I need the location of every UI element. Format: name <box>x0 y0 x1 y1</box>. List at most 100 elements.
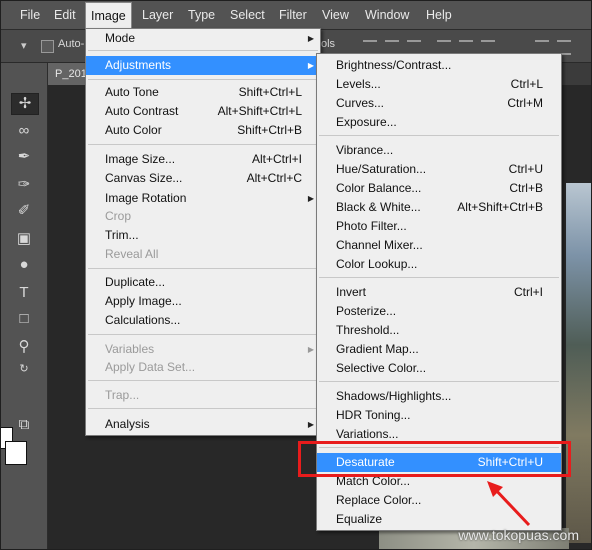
menu-item-photo-filter[interactable]: Photo Filter... <box>317 217 561 236</box>
menu-separator <box>319 277 559 278</box>
menu-item-color-lookup[interactable]: Color Lookup... <box>317 255 561 274</box>
submenu-arrow-icon: ▶ <box>307 34 314 43</box>
photo-image <box>566 183 591 543</box>
menu-separator <box>319 381 559 382</box>
menu-item-label: Canvas Size... <box>105 171 183 185</box>
menu-item-adjustments[interactable]: Adjustments ▶ <box>86 56 320 75</box>
menu-item-calculations[interactable]: Calculations... <box>86 311 320 330</box>
menu-item-crop[interactable]: Crop <box>86 207 320 226</box>
menu-item-brightness-contrast[interactable]: Brightness/Contrast... <box>317 56 561 75</box>
submenu-arrow-icon: ▶ <box>307 61 314 70</box>
brush-tool-icon[interactable]: ✑ <box>11 175 37 195</box>
menu-item-label: Equalize <box>336 512 383 526</box>
shortcut-label: Ctrl+U <box>508 162 543 176</box>
menu-item-apply-data-set[interactable]: Apply Data Set... <box>86 358 320 377</box>
photoshop-window: File Edit Image Layer Type Select Filter… <box>0 0 592 550</box>
menu-item-black-white[interactable]: Black & White... Alt+Shift+Ctrl+B <box>317 198 561 217</box>
menu-separator <box>88 50 318 51</box>
image-menu: Mode ▶ Adjustments ▶ Auto Tone Shift+Ctrl+L… <box>85 28 321 436</box>
menu-item-exposure[interactable]: Exposure... <box>317 113 561 132</box>
gradient-tool-icon[interactable]: ▣ <box>11 229 37 249</box>
history-brush-icon[interactable]: ✐ <box>11 201 37 221</box>
auto-select-label: Auto- <box>58 38 85 50</box>
menu-item-auto-color[interactable]: Auto Color Shift+Ctrl+B <box>86 121 320 140</box>
menu-item-label: Posterize... <box>336 304 397 318</box>
menu-item-canvas-size[interactable]: Canvas Size... Alt+Ctrl+C <box>86 169 320 188</box>
menu-item-label: Analysis <box>105 417 150 431</box>
auto-select-checkbox[interactable] <box>41 40 54 53</box>
menu-item-reveal-all[interactable]: Reveal All <box>86 245 320 264</box>
menu-item-image-size[interactable]: Image Size... Alt+Ctrl+I <box>86 150 320 169</box>
shortcut-label: Ctrl+M <box>507 96 543 110</box>
menu-item-posterize[interactable]: Posterize... <box>317 302 561 321</box>
menu-item-duplicate[interactable]: Duplicate... <box>86 273 320 292</box>
menu-layer[interactable]: Layer <box>137 1 178 29</box>
menu-item-label: Invert <box>336 285 367 299</box>
dropdown-arrow-icon[interactable]: ▾ <box>21 39 27 52</box>
menu-item-label: Brightness/Contrast... <box>336 58 452 72</box>
menu-item-invert[interactable]: Invert Ctrl+I <box>317 283 561 302</box>
menu-item-label: Vibrance... <box>336 143 394 157</box>
menu-item-label: Auto Color <box>105 123 162 137</box>
menu-item-label: Mode <box>105 31 136 45</box>
menu-image[interactable]: Image <box>85 2 132 29</box>
menu-item-label: Color Lookup... <box>336 257 418 271</box>
menu-item-label: Hue/Saturation... <box>336 162 427 176</box>
swap-colors-icon[interactable]: ↻ <box>11 359 37 379</box>
lasso-tool-icon[interactable]: ∞ <box>11 121 37 141</box>
menu-item-vibrance[interactable]: Vibrance... <box>317 141 561 160</box>
menu-item-trim[interactable]: Trim... <box>86 226 320 245</box>
highlight-annotation-box <box>298 441 571 477</box>
menu-item-label: Auto Contrast <box>105 104 179 118</box>
menu-item-auto-tone[interactable]: Auto Tone Shift+Ctrl+L <box>86 83 320 102</box>
menu-view[interactable]: View <box>317 1 354 29</box>
menu-window[interactable]: Window <box>360 1 414 29</box>
menu-item-variables[interactable]: Variables ▶ <box>86 340 320 359</box>
shortcut-label: Ctrl+I <box>513 285 543 299</box>
eyedropper-tool-icon[interactable]: ✒ <box>11 147 37 167</box>
menu-item-label: Image Size... <box>105 152 176 166</box>
submenu-arrow-icon: ▶ <box>307 420 314 429</box>
menu-item-auto-contrast[interactable]: Auto Contrast Alt+Shift+Ctrl+L <box>86 102 320 121</box>
menu-edit[interactable]: Edit <box>49 1 81 29</box>
menu-item-label: Selective Color... <box>336 361 427 375</box>
menu-item-label: Threshold... <box>336 323 400 337</box>
menu-item-hdr-toning[interactable]: HDR Toning... <box>317 406 561 425</box>
menu-item-mode[interactable]: Mode ▶ <box>86 29 320 48</box>
menu-item-trap[interactable]: Trap... <box>86 386 320 405</box>
quick-mask-icon[interactable]: ⧉ <box>11 415 37 435</box>
menu-item-analysis[interactable]: Analysis ▶ <box>86 415 320 434</box>
menu-item-label: Levels... <box>336 77 381 91</box>
shortcut-label: Shift+Ctrl+B <box>237 123 302 137</box>
menu-item-label: Channel Mixer... <box>336 238 423 252</box>
shortcut-label: Alt+Ctrl+C <box>246 171 302 185</box>
menu-separator <box>88 268 318 269</box>
move-tool-icon[interactable]: ✢ <box>11 93 39 115</box>
menu-item-color-balance[interactable]: Color Balance... Ctrl+B <box>317 179 561 198</box>
menu-item-label: Apply Image... <box>105 294 182 308</box>
zoom-tool-icon[interactable]: ⚲ <box>11 337 37 357</box>
menu-filter[interactable]: Filter <box>274 1 312 29</box>
menu-item-label: Image Rotation <box>105 191 187 205</box>
shortcut-label: Alt+Ctrl+I <box>251 152 302 166</box>
menu-item-shadows-highlights[interactable]: Shadows/Highlights... <box>317 387 561 406</box>
menu-select[interactable]: Select <box>225 1 270 29</box>
menu-item-image-rotation[interactable]: Image Rotation ▶ <box>86 189 320 208</box>
menu-type[interactable]: Type <box>183 1 220 29</box>
menu-item-apply-image[interactable]: Apply Image... <box>86 292 320 311</box>
menu-help[interactable]: Help <box>421 1 457 29</box>
menu-item-curves[interactable]: Curves... Ctrl+M <box>317 94 561 113</box>
menu-file[interactable]: File <box>15 1 45 29</box>
menu-item-gradient-map[interactable]: Gradient Map... <box>317 340 561 359</box>
dodge-tool-icon[interactable]: ● <box>11 255 37 275</box>
rectangle-tool-icon[interactable]: □ <box>11 309 37 329</box>
menu-item-hue-saturation[interactable]: Hue/Saturation... Ctrl+U <box>317 160 561 179</box>
menu-item-label: Exposure... <box>336 115 397 129</box>
menu-item-threshold[interactable]: Threshold... <box>317 321 561 340</box>
type-tool-icon[interactable]: T <box>11 283 37 303</box>
menu-item-label: Adjustments <box>105 58 172 72</box>
background-color-swatch[interactable] <box>5 441 27 465</box>
menu-item-selective-color[interactable]: Selective Color... <box>317 359 561 378</box>
menu-item-levels[interactable]: Levels... Ctrl+L <box>317 75 561 94</box>
menu-item-channel-mixer[interactable]: Channel Mixer... <box>317 236 561 255</box>
